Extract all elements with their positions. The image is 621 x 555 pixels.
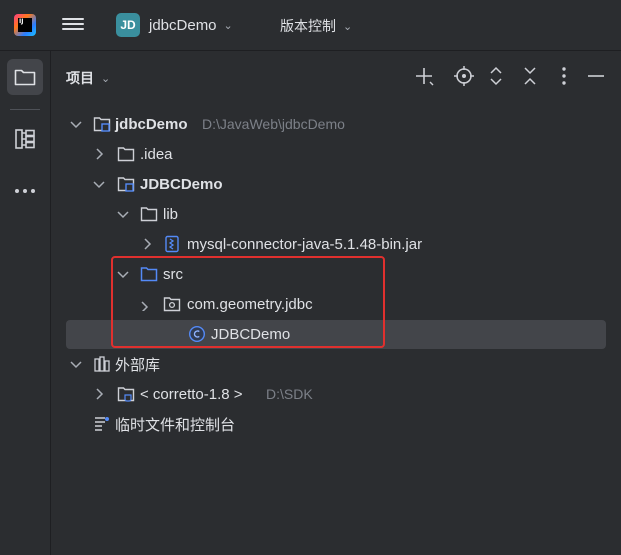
- scratches-icon: [95, 417, 109, 431]
- scratches-name: 临时文件和控制台: [115, 416, 236, 434]
- project-badge: JD: [116, 13, 140, 37]
- tree-row-idea[interactable]: .idea: [51, 139, 621, 169]
- jar-icon: [165, 235, 179, 253]
- strip-divider: [10, 109, 40, 110]
- panel-toolbar: [413, 65, 613, 87]
- folder-icon: [140, 207, 158, 222]
- module-folder-icon: [117, 177, 135, 192]
- structure-icon[interactable]: [13, 127, 37, 151]
- chevron-down-icon: [117, 211, 129, 219]
- folder-icon: [117, 147, 135, 162]
- vcs-menu[interactable]: 版本控制 ⌄: [280, 16, 352, 36]
- chevron-down-icon: ⌄: [223, 19, 233, 32]
- more-tools-icon[interactable]: [13, 179, 37, 203]
- tree-row-lib[interactable]: lib: [51, 199, 621, 229]
- tree-row-external-libraries[interactable]: 外部库: [51, 349, 621, 379]
- tree-row-root[interactable]: jdbcDemo D:\JavaWeb\jdbcDemo: [51, 109, 621, 139]
- panel-title-label: 项目: [66, 70, 94, 86]
- locate-icon[interactable]: [453, 65, 475, 87]
- lib-name: lib: [163, 205, 179, 223]
- app-logo-text: IJ: [18, 18, 32, 32]
- vcs-label: 版本控制: [280, 18, 336, 34]
- project-name: jdbcDemo: [149, 16, 217, 34]
- add-icon[interactable]: [413, 65, 435, 87]
- title-bar: IJ JD jdbcDemo ⌄ 版本控制 ⌄: [0, 0, 621, 51]
- library-icon: [94, 356, 110, 372]
- chevron-right-icon: [144, 238, 152, 250]
- panel-title[interactable]: 项目 ⌄: [66, 68, 110, 88]
- external-libs-name: 外部库: [115, 356, 161, 374]
- project-tool-button[interactable]: [7, 59, 43, 95]
- tree-row-sdk[interactable]: < corretto-1.8 > D:\SDK: [51, 379, 621, 409]
- tree-row-scratches[interactable]: 临时文件和控制台: [51, 409, 621, 439]
- root-path: D:\JavaWeb\jdbcDemo: [202, 116, 345, 132]
- main-menu-icon[interactable]: [62, 15, 84, 35]
- hide-panel-icon[interactable]: [585, 65, 607, 87]
- chevron-down-icon: ⌄: [101, 72, 111, 85]
- tree-row-jar[interactable]: mysql-connector-java-5.1.48-bin.jar: [51, 229, 621, 259]
- highlight-annotation-box: [111, 256, 385, 348]
- project-switcher[interactable]: JD jdbcDemo ⌄: [116, 12, 233, 38]
- intellij-logo-icon[interactable]: IJ: [14, 14, 36, 36]
- tool-window-strip: [0, 51, 51, 555]
- expand-all-icon[interactable]: [485, 65, 507, 87]
- sdk-name: < corretto-1.8 >: [140, 385, 243, 403]
- chevron-down-icon: ⌄: [343, 20, 353, 33]
- tree-row-module[interactable]: JDBCDemo: [51, 169, 621, 199]
- chevron-down-icon: [70, 121, 82, 129]
- module-folder-icon: [93, 117, 111, 132]
- chevron-right-icon: [96, 148, 104, 160]
- options-icon[interactable]: [553, 65, 575, 87]
- collapse-all-icon[interactable]: [519, 65, 541, 87]
- chevron-right-icon: [96, 388, 104, 400]
- chevron-down-icon: [93, 181, 105, 189]
- root-name: jdbcDemo: [115, 115, 188, 133]
- chevron-down-icon: [70, 361, 82, 369]
- jdk-folder-icon: [117, 387, 135, 402]
- folder-icon: [14, 69, 36, 86]
- module-name: JDBCDemo: [140, 175, 223, 193]
- idea-name: .idea: [140, 145, 173, 163]
- sdk-path: D:\SDK: [266, 386, 313, 402]
- jar-name: mysql-connector-java-5.1.48-bin.jar: [187, 235, 423, 253]
